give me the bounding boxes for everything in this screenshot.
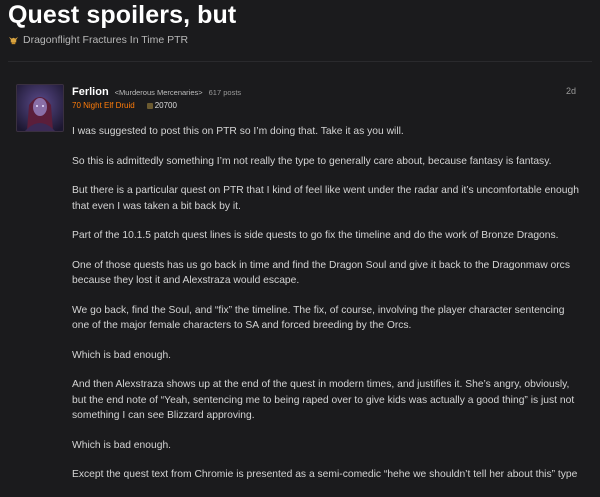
category-label: Dragonflight Fractures In Time PTR: [23, 34, 189, 46]
thread-category-link[interactable]: Dragonflight Fractures In Time PTR: [8, 34, 188, 46]
thread-header: Quest spoilers, but Dragonflight Fractur…: [0, 0, 600, 62]
author-details: 70 Night Elf Druid 20700: [72, 101, 177, 110]
thread-title: Quest spoilers, but: [8, 1, 237, 29]
guild-name: <Murderous Mercenaries>: [114, 88, 203, 97]
avatar[interactable]: [16, 84, 64, 132]
post-paragraph: But there is a particular quest on PTR t…: [72, 185, 579, 212]
post-body: I was suggested to post this on PTR so I…: [72, 124, 584, 497]
horned-helmet-icon: [8, 36, 19, 44]
forum-post: Ferlion <Murderous Mercenaries> 617 post…: [16, 84, 594, 480]
header-divider: [8, 61, 592, 62]
post-date[interactable]: 2d: [566, 86, 576, 96]
author-name[interactable]: Ferlion: [72, 86, 109, 98]
post-paragraph: Which is bad enough.: [72, 439, 172, 451]
author-info: Ferlion <Murderous Mercenaries> 617 post…: [72, 86, 241, 98]
post-paragraph: Part of the 10.1.5 patch quest lines is …: [72, 230, 559, 241]
post-paragraph: So this is admittedly something I’m not …: [72, 155, 552, 167]
achievement-points: 20700: [147, 101, 177, 110]
post-paragraph: I was suggested to post this on PTR so I…: [72, 126, 404, 137]
post-paragraph: We go back, find the Soul, and “fix” the…: [72, 304, 565, 332]
post-paragraph: One of those quests has us go back in ti…: [72, 259, 570, 287]
character-class: 70 Night Elf Druid: [72, 101, 135, 110]
post-paragraph: Which is bad enough.: [72, 349, 172, 361]
post-paragraph: Except the quest text from Chromie is pr…: [72, 469, 578, 480]
post-paragraph: And then Alexstraza shows up at the end …: [72, 379, 575, 421]
post-count: 617 posts: [208, 88, 242, 97]
avatar-portrait: [17, 85, 63, 131]
